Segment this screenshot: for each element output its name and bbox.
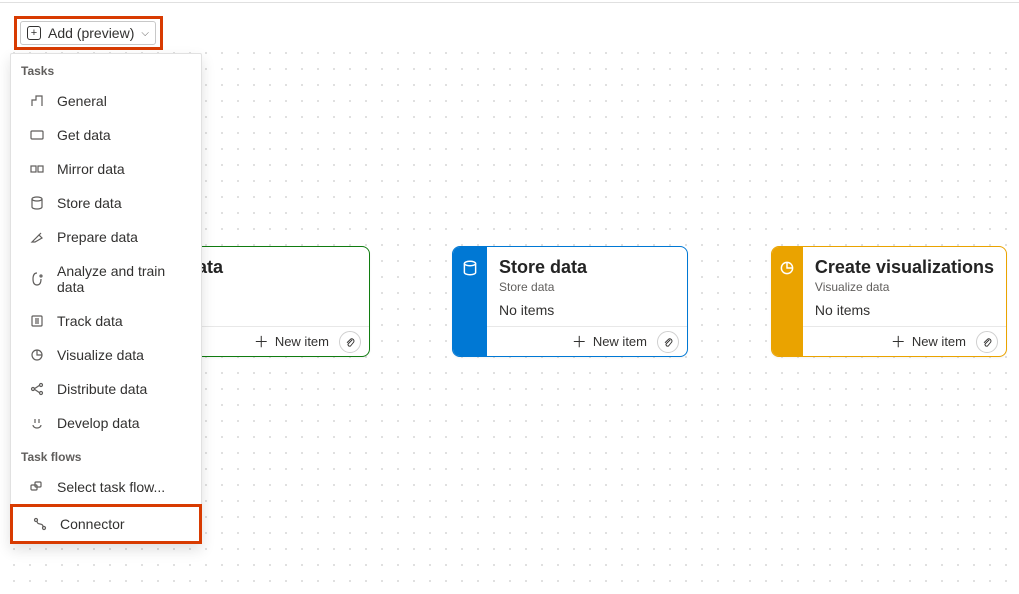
menu-item-distribute-data[interactable]: Distribute data <box>11 372 201 406</box>
new-item-label: New item <box>593 334 647 349</box>
connector-icon <box>32 516 48 532</box>
menu-item-store-data[interactable]: Store data <box>11 186 201 220</box>
menu-item-develop-data[interactable]: Develop data <box>11 406 201 440</box>
card-title: Create visualizations <box>803 247 1006 278</box>
menu-item-label: Mirror data <box>57 161 125 177</box>
menu-item-label: Connector <box>60 516 125 532</box>
menu-item-track-data[interactable]: Track data <box>11 304 201 338</box>
plus-icon: + <box>27 26 41 40</box>
attach-button[interactable] <box>657 331 679 353</box>
general-icon <box>29 93 45 109</box>
paperclip-icon <box>662 336 674 348</box>
chevron-down-icon: ⌵ <box>141 28 149 39</box>
menu-section-taskflows: Task flows <box>11 440 201 470</box>
plus-icon: ＋ <box>254 331 269 352</box>
menu-item-label: Develop data <box>57 415 140 431</box>
menu-item-label: Distribute data <box>57 381 147 397</box>
menu-item-label: General <box>57 93 107 109</box>
card-footer: ＋ New item <box>487 326 687 356</box>
add-button-highlight: + Add (preview) ⌵ <box>14 16 163 50</box>
card-subtitle: Store data <box>487 278 687 294</box>
card-title: Store data <box>487 247 687 278</box>
new-item-button[interactable]: ＋ New item <box>883 327 974 356</box>
pie-chart-icon <box>778 259 796 277</box>
prepare-data-icon <box>29 229 45 245</box>
add-button[interactable]: + Add (preview) ⌵ <box>20 21 156 45</box>
card-accent-bar <box>453 247 487 356</box>
store-data-icon <box>29 195 45 211</box>
track-data-icon <box>29 313 45 329</box>
mirror-data-icon <box>29 161 45 177</box>
menu-item-label: Analyze and train data <box>57 263 189 295</box>
menu-item-connector[interactable]: Connector <box>13 507 199 541</box>
task-flow-icon <box>29 479 45 495</box>
new-item-button[interactable]: ＋ New item <box>564 327 655 356</box>
database-icon <box>461 259 479 277</box>
menu-item-general[interactable]: General <box>11 84 201 118</box>
distribute-icon <box>29 381 45 397</box>
menu-item-connector-highlight: Connector <box>10 504 202 544</box>
card-accent-bar <box>772 247 803 356</box>
menu-item-select-task-flow[interactable]: Select task flow... <box>11 470 201 504</box>
add-button-label: Add (preview) <box>48 25 134 41</box>
task-card-store[interactable]: Store data Store data No items ＋ New ite… <box>452 246 688 357</box>
menu-item-label: Visualize data <box>57 347 144 363</box>
menu-item-get-data[interactable]: Get data <box>11 118 201 152</box>
paperclip-icon <box>344 336 356 348</box>
new-item-button[interactable]: ＋ New item <box>246 327 337 356</box>
card-noitems-label: No items <box>803 294 1006 318</box>
analyze-icon <box>29 271 45 287</box>
task-card-visualize[interactable]: Create visualizations Visualize data No … <box>771 246 1007 357</box>
plus-icon: ＋ <box>891 331 906 352</box>
menu-item-label: Select task flow... <box>57 479 165 495</box>
card-footer: ＋ New item <box>803 326 1006 356</box>
card-subtitle: Visualize data <box>803 278 1006 294</box>
menu-item-visualize-data[interactable]: Visualize data <box>11 338 201 372</box>
menu-item-prepare-data[interactable]: Prepare data <box>11 220 201 254</box>
card-noitems-label: No items <box>487 294 687 318</box>
menu-item-label: Track data <box>57 313 123 329</box>
menu-item-label: Get data <box>57 127 111 143</box>
menu-item-analyze-train[interactable]: Analyze and train data <box>11 254 201 304</box>
visualize-icon <box>29 347 45 363</box>
menu-item-label: Store data <box>57 195 122 211</box>
menu-item-mirror-data[interactable]: Mirror data <box>11 152 201 186</box>
card-body: Store data Store data No items ＋ New ite… <box>487 247 687 356</box>
attach-button[interactable] <box>976 331 998 353</box>
attach-button[interactable] <box>339 331 361 353</box>
new-item-label: New item <box>275 334 329 349</box>
develop-icon <box>29 415 45 431</box>
add-dropdown-menu: Tasks General Get data Mirror data Store… <box>10 53 202 544</box>
get-data-icon <box>29 127 45 143</box>
plus-icon: ＋ <box>572 331 587 352</box>
new-item-label: New item <box>912 334 966 349</box>
menu-item-label: Prepare data <box>57 229 138 245</box>
card-body: Create visualizations Visualize data No … <box>803 247 1006 356</box>
paperclip-icon <box>981 336 993 348</box>
menu-section-tasks: Tasks <box>11 54 201 84</box>
